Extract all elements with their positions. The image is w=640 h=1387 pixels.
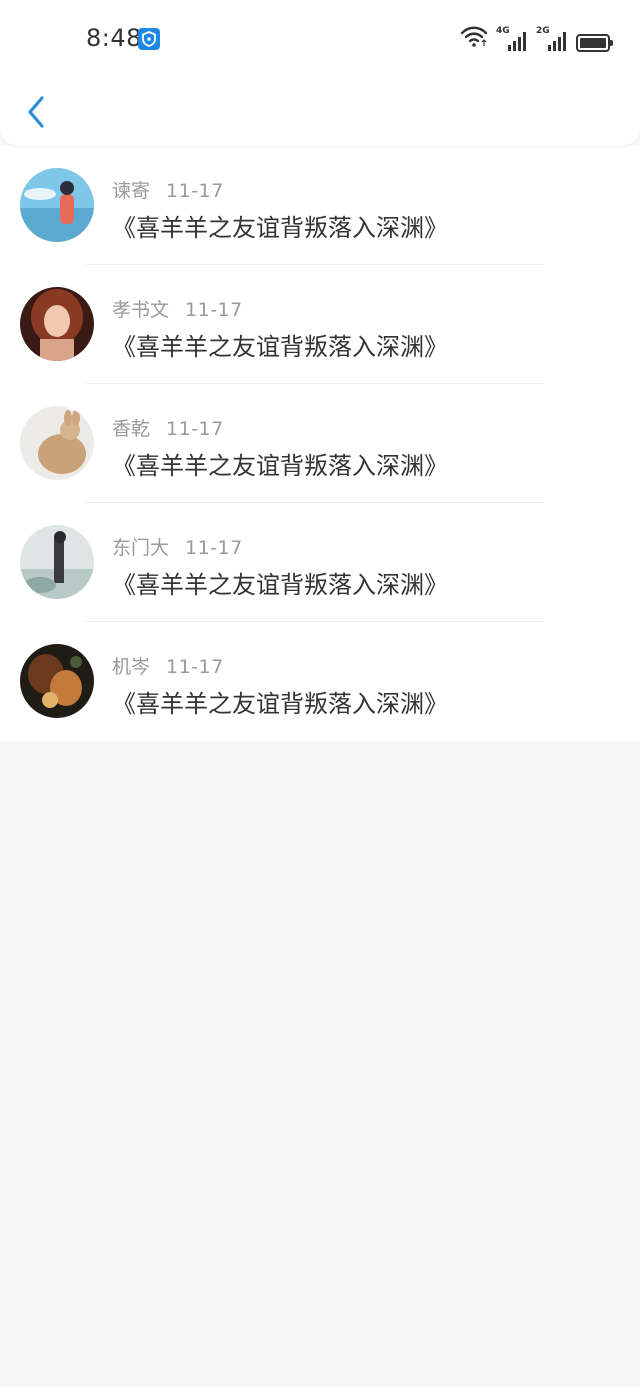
status-icons: 4G 2G: [460, 24, 613, 52]
item-meta: 谏寄 11-17: [112, 176, 224, 203]
item-meta: 孝书文 11-17: [112, 295, 243, 322]
item-title: 《喜羊羊之友谊背叛落入深渊》: [112, 690, 448, 718]
item-date: 11-17: [166, 656, 224, 678]
item-date: 11-17: [185, 537, 243, 559]
network-4g-label: 4G: [496, 26, 510, 36]
avatar[interactable]: [20, 406, 94, 480]
item-date: 11-17: [185, 299, 243, 321]
avatar[interactable]: [20, 287, 94, 361]
list-item[interactable]: 谏寄 11-17 《喜羊羊之友谊背叛落入深渊》: [0, 146, 640, 265]
item-date: 11-17: [166, 418, 224, 440]
sender-name: 香乾: [112, 418, 151, 440]
item-title: 《喜羊羊之友谊背叛落入深渊》: [112, 214, 448, 242]
item-date: 11-17: [166, 180, 224, 202]
chevron-left-icon: [28, 96, 44, 128]
top-header: 8:48 4G 2G: [0, 0, 640, 146]
status-bar: 8:48 4G 2G: [0, 0, 640, 80]
sender-name: 机岑: [112, 656, 151, 678]
wifi-icon: [460, 24, 488, 52]
avatar[interactable]: [20, 168, 94, 242]
sender-name: 东门大: [112, 537, 170, 559]
cellular-signal-2g-icon: 2G: [536, 26, 568, 52]
back-button[interactable]: [18, 90, 54, 134]
item-meta: 东门大 11-17: [112, 533, 243, 560]
item-title: 《喜羊羊之友谊背叛落入深渊》: [112, 571, 448, 599]
sender-name: 谏寄: [112, 180, 151, 202]
avatar[interactable]: [20, 525, 94, 599]
status-time: 8:48: [86, 24, 142, 52]
item-meta: 机岑 11-17: [112, 652, 224, 679]
message-list: 谏寄 11-17 《喜羊羊之友谊背叛落入深渊》 孝书文 11-17 《喜羊羊之友谊背…: [0, 146, 640, 741]
battery-icon: [576, 34, 613, 52]
item-title: 《喜羊羊之友谊背叛落入深渊》: [112, 333, 448, 361]
avatar[interactable]: [20, 644, 94, 718]
cellular-signal-4g-icon: 4G: [496, 26, 528, 52]
network-2g-label: 2G: [536, 26, 550, 36]
item-meta: 香乾 11-17: [112, 414, 224, 441]
list-item[interactable]: 机岑 11-17 《喜羊羊之友谊背叛落入深渊》: [0, 622, 640, 741]
list-item[interactable]: 东门大 11-17 《喜羊羊之友谊背叛落入深渊》: [0, 503, 640, 622]
list-item[interactable]: 孝书文 11-17 《喜羊羊之友谊背叛落入深渊》: [0, 265, 640, 384]
sender-name: 孝书文: [112, 299, 170, 321]
list-item[interactable]: 香乾 11-17 《喜羊羊之友谊背叛落入深渊》: [0, 384, 640, 503]
item-title: 《喜羊羊之友谊背叛落入深渊》: [112, 452, 448, 480]
shield-icon: [138, 28, 160, 50]
